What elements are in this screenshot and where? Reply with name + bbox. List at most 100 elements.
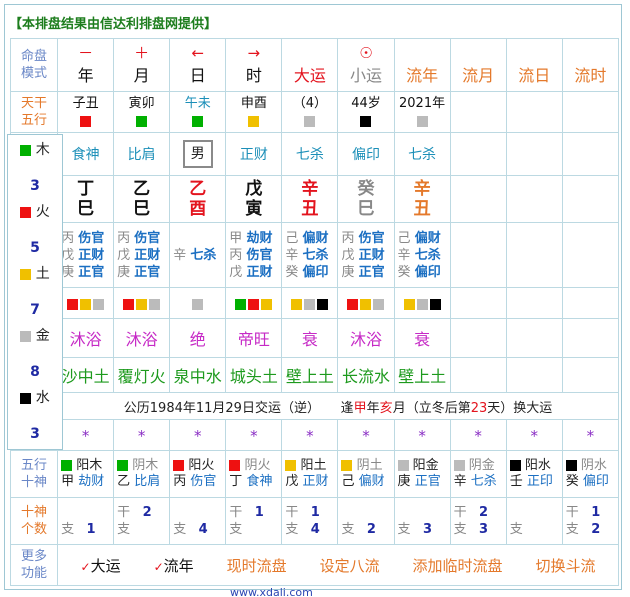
pillar-range: 44岁: [351, 96, 381, 111]
cang-squares-0: [57, 287, 115, 319]
hidden-stems: 己 偏财辛 七杀癸 偏印: [285, 230, 329, 280]
element-square-icon: [304, 116, 316, 127]
changsheng-7: [449, 318, 507, 358]
changsheng-4: 衰: [281, 318, 339, 358]
col-symbol: －: [78, 44, 94, 62]
changsheng-3: 帝旺: [225, 318, 283, 358]
canggan-4: 己 偏财辛 七杀癸 偏印: [281, 222, 339, 288]
col-title: 小运: [349, 66, 382, 85]
dayun-button[interactable]: ✓大运: [81, 555, 121, 576]
gan-char: 癸: [357, 179, 375, 199]
nayin-text: 壁上土: [285, 367, 334, 386]
zhi-char: 巳: [357, 199, 375, 219]
shishen-text: 偏印: [351, 147, 380, 163]
stem-char: 乙: [117, 474, 131, 489]
yinyang-element: 阴火: [244, 458, 271, 473]
element-square-icon: [360, 116, 372, 127]
shishen-5: 偏印: [337, 132, 395, 176]
star-icon: *: [530, 426, 538, 445]
cang-squares-5: [337, 287, 395, 319]
row-label-wuxing-text: 五行 十神: [21, 458, 48, 490]
col-header-8[interactable]: 流日: [505, 38, 563, 92]
wuxing-shishen-2: 阳火丙 伤官: [169, 450, 227, 498]
cang-squares-8: [505, 287, 563, 319]
shishen-count-2: 支 4: [169, 497, 227, 545]
changsheng-6: 衰: [393, 318, 451, 358]
element-square-icon: [373, 298, 385, 310]
live-chart-button[interactable]: 现时流盘: [227, 555, 287, 576]
pillar-top-8: [505, 91, 563, 133]
pillar-range: 午未: [184, 96, 211, 111]
star-cell-6: *: [393, 419, 451, 451]
row-label-mode: 命盘 模式: [9, 38, 59, 92]
element-number: 3: [30, 178, 40, 194]
wuxing-shishen-7: 阴金辛 七杀: [449, 450, 507, 498]
star-icon: *: [81, 426, 90, 445]
col-symbol: ＋: [134, 44, 150, 62]
hidden-stems: 己 偏财辛 七杀癸 偏印: [397, 230, 441, 280]
shishen-count-9: 干 1支 2: [561, 497, 620, 545]
element-square-icon: [123, 298, 135, 310]
stem-char: 戊: [285, 474, 299, 489]
stem-char: 丙: [173, 474, 187, 489]
yinyang-element: 阴金: [468, 458, 495, 473]
col-symbol: [563, 44, 617, 62]
ten-god: 比肩: [134, 474, 161, 489]
col-header-4[interactable]: 大运: [281, 38, 339, 92]
ganzhi-7: [449, 175, 507, 223]
nayin-text: 长流水: [341, 367, 390, 386]
shishen-3: 正财: [225, 132, 283, 176]
nayin-text: 覆灯火: [117, 367, 166, 386]
col-title: 日: [189, 66, 206, 85]
stem-char: 癸: [565, 474, 579, 489]
nayin-0: 沙中土: [57, 357, 115, 393]
star-icon: *: [250, 426, 258, 445]
element-square-icon: [173, 460, 185, 471]
pillar-top-3: 申酉: [225, 91, 283, 133]
stem-char: 己: [341, 474, 355, 489]
col-title: 大运: [293, 66, 326, 85]
switch-doulu-button[interactable]: 切换斗流: [536, 555, 596, 576]
stem-char: 甲: [61, 474, 75, 489]
pillar-top-0: 子丑: [57, 91, 115, 133]
star-icon: *: [418, 426, 426, 445]
col-header-5[interactable]: ☉ 小运: [337, 38, 395, 92]
col-symbol: ☉: [359, 44, 373, 62]
ten-god: 七杀: [470, 474, 497, 489]
hidden-stems: 丙 伤官戊 正财庚 正官: [61, 230, 105, 280]
function-bar: ✓大运 ✓流年 现时流盘 设定八流 添加临时流盘 切换斗流: [57, 544, 619, 586]
canggan-3: 甲 劫财丙 伤官戊 正财: [225, 222, 283, 288]
star-cell-4: *: [281, 419, 339, 451]
ganzhi-5: 癸巳: [337, 175, 395, 223]
col-header-7[interactable]: 流月: [449, 38, 507, 92]
dayun-start-line: 公历1984年11月29日交运（逆） 逢甲年亥月（立冬后第23天）换大运: [57, 392, 619, 420]
element-square-icon: [20, 330, 32, 342]
shishen-text: 七杀: [408, 147, 437, 163]
pillar-range: [507, 103, 561, 121]
nayin-3: 城头土: [225, 357, 283, 393]
col-header-6[interactable]: 流年: [393, 38, 451, 92]
set-eight-flow-button[interactable]: 设定八流: [320, 555, 380, 576]
ten-god: 伤官: [190, 474, 217, 489]
row-label-tiangan-text: 天干 五行: [21, 96, 48, 128]
ten-god: 劫财: [78, 474, 105, 489]
canggan-0: 丙 伤官戊 正财庚 正官: [57, 222, 115, 288]
hidden-stems: 丙 伤官戊 正财庚 正官: [117, 230, 161, 280]
col-header-9[interactable]: 流时: [561, 38, 620, 92]
zhi-char: 巳: [133, 199, 151, 219]
ganzhi-3: 戊寅: [225, 175, 283, 223]
yinyang-element: 阳土: [300, 458, 327, 473]
element-square-icon: [261, 298, 273, 310]
star-icon: *: [137, 426, 146, 445]
add-temp-chart-button[interactable]: 添加临时流盘: [413, 555, 503, 576]
row-label-mode-text: 命盘 模式: [21, 49, 48, 81]
stem-char: 庚: [397, 474, 411, 489]
element-square-icon: [429, 298, 441, 310]
liunian-button[interactable]: ✓流年: [154, 555, 194, 576]
shishen-count-4: 干 1支 4: [281, 497, 339, 545]
shishen-text: 比肩: [127, 147, 156, 163]
element-square-icon: [565, 460, 577, 471]
element-square-icon: [80, 116, 92, 127]
col-header-3: → 时: [225, 38, 283, 92]
pillar-range: 2021年: [399, 96, 446, 111]
